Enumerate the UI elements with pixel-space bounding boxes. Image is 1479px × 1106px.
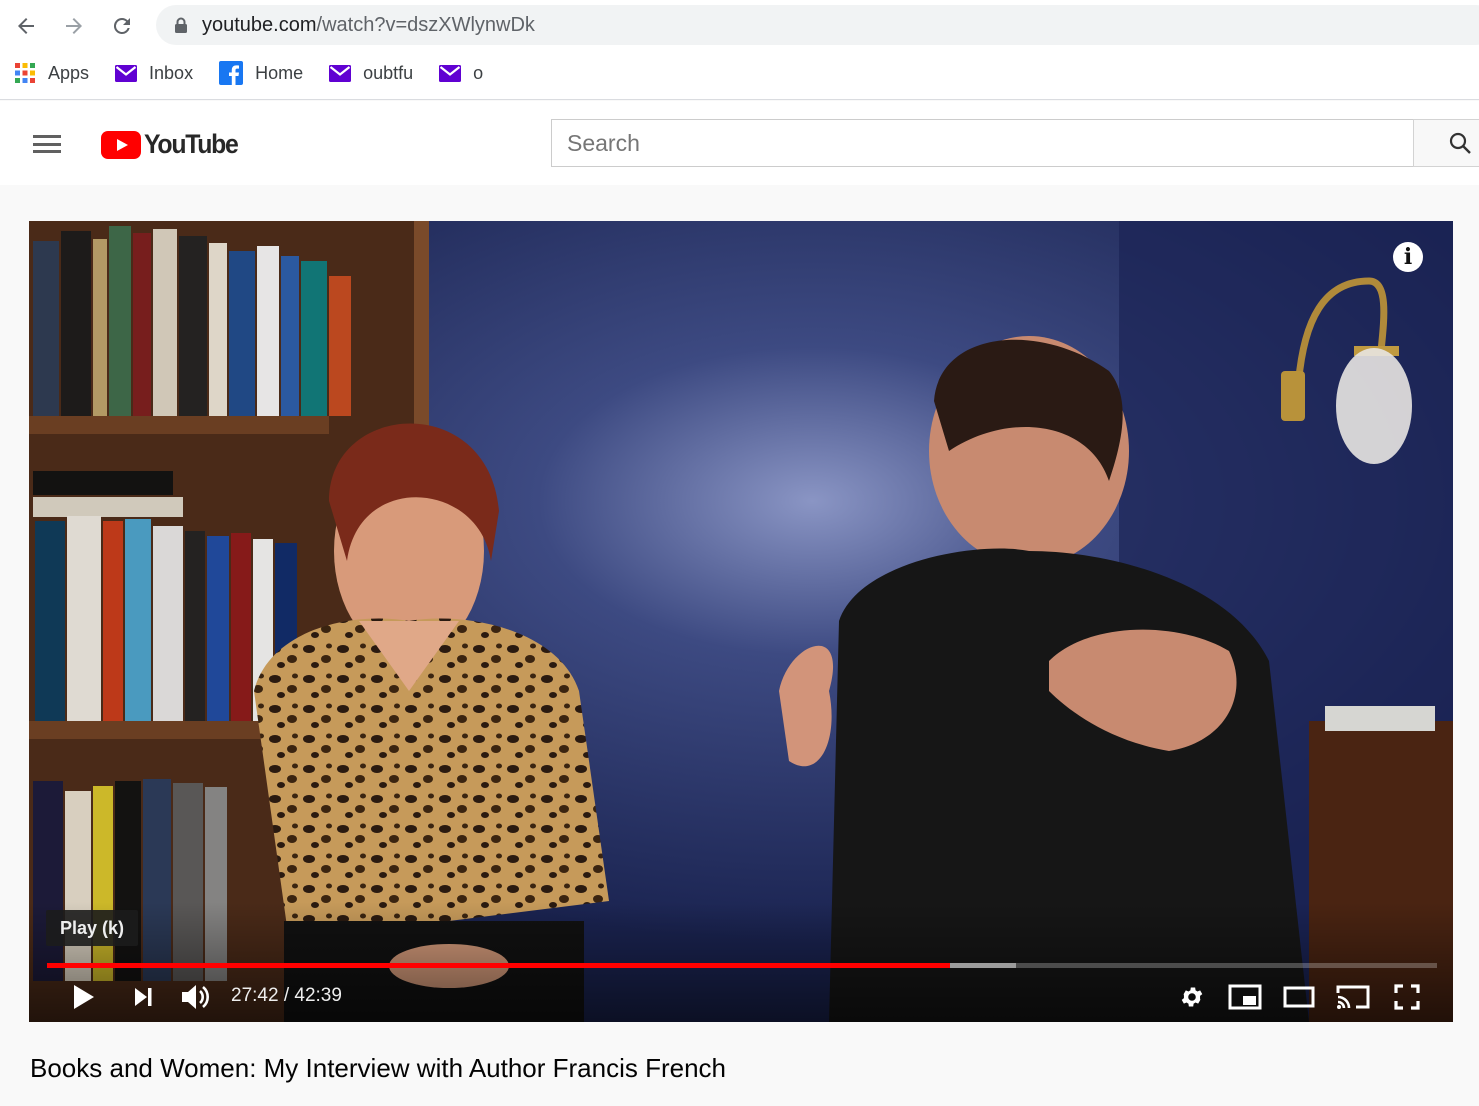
bookmark-label: o (473, 62, 484, 83)
theater-icon (1283, 986, 1315, 1008)
video-info-button[interactable]: i (1393, 242, 1423, 272)
video-player[interactable]: i Play (k) 27:42 / 42:39 (29, 221, 1453, 1022)
bookmark-oubtfu[interactable]: oubtfu (329, 63, 413, 84)
play-tooltip: Play (k) (46, 910, 139, 946)
search-icon (1449, 132, 1471, 154)
progress-bar[interactable] (47, 963, 1437, 968)
bookmark-home[interactable]: Home (219, 61, 303, 85)
back-button[interactable] (8, 8, 44, 44)
theater-mode-button[interactable] (1281, 979, 1317, 1015)
bookmarks-bar: Apps Inbox Home oubtfu o (0, 54, 509, 92)
menu-line (33, 142, 61, 146)
yahoo-mail-icon (115, 64, 138, 82)
play-icon (74, 985, 94, 1009)
tooltip-text: Play (k) (60, 917, 125, 938)
url-text: youtube.com/watch?v=dszXWlynwDk (202, 14, 535, 37)
yahoo-mail-icon (439, 64, 462, 82)
settings-button[interactable] (1174, 979, 1210, 1015)
bookmark-label: Home (255, 62, 304, 83)
arrow-left-icon (18, 18, 34, 34)
facebook-icon (219, 61, 244, 85)
volume-icon (182, 985, 209, 1009)
next-button[interactable] (125, 979, 161, 1015)
miniplayer-button[interactable] (1227, 979, 1263, 1015)
search-button[interactable] (1413, 119, 1479, 167)
url-host: youtube.com (202, 13, 317, 36)
skip-next-icon (135, 988, 152, 1006)
bookmark-inbox[interactable]: Inbox (115, 63, 193, 84)
bookmark-label: Apps (48, 62, 90, 83)
search-input[interactable] (567, 129, 1415, 157)
browser-toolbar: youtube.com/watch?v=dszXWlynwDk Apps Inb… (0, 0, 1479, 100)
progress-played (47, 963, 951, 968)
address-bar[interactable]: youtube.com/watch?v=dszXWlynwDk (156, 5, 1479, 45)
guide-menu-button[interactable] (33, 135, 61, 153)
cast-icon (1336, 985, 1370, 1009)
info-icon: i (1403, 244, 1413, 270)
apps-grid-icon (15, 63, 35, 83)
time-display: 27:42 / 42:39 (231, 985, 342, 1006)
fullscreen-icon (1394, 984, 1420, 1010)
bookmark-label: Inbox (149, 62, 194, 83)
menu-line (33, 150, 61, 153)
youtube-play-logo-icon (101, 130, 141, 159)
yahoo-mail-icon (329, 64, 352, 82)
bookmark-label: oubtfu (363, 62, 414, 83)
play-button[interactable] (65, 979, 101, 1015)
menu-line (33, 135, 61, 138)
reload-button[interactable] (104, 8, 140, 44)
bookmark-o[interactable]: o (439, 63, 483, 84)
arrow-right-icon (66, 18, 82, 34)
lock-icon (175, 17, 187, 33)
video-title: Books and Women: My Interview with Autho… (30, 1053, 727, 1083)
search-field[interactable] (551, 119, 1415, 167)
gear-icon (1181, 987, 1203, 1007)
mute-button[interactable] (177, 979, 213, 1015)
youtube-masthead: YouTube (0, 101, 1479, 185)
bookmark-apps[interactable]: Apps (14, 62, 89, 84)
player-controls: 27:42 / 42:39 (29, 973, 1453, 1021)
reload-icon (113, 17, 130, 34)
forward-button[interactable] (56, 8, 92, 44)
miniplayer-icon (1228, 984, 1262, 1010)
url-path: /watch?v=dszXWlynwDk (316, 13, 535, 36)
youtube-logo[interactable]: YouTube (101, 129, 246, 160)
logo-text: YouTube (144, 129, 239, 159)
fullscreen-button[interactable] (1389, 979, 1425, 1015)
cast-button[interactable] (1335, 979, 1371, 1015)
